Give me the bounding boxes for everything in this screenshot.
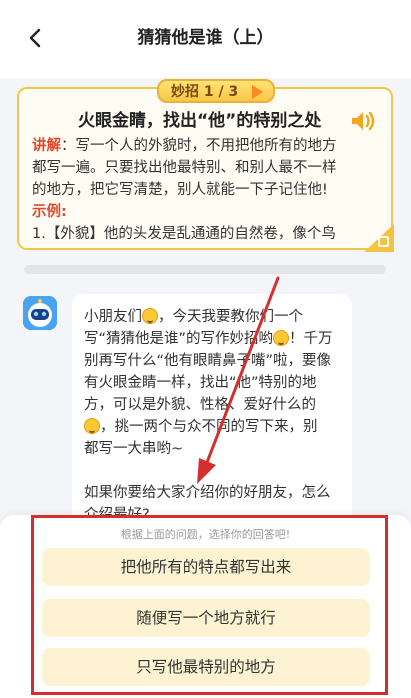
explain-label: 讲解: [32, 138, 61, 154]
tip-example-label-line: 示例:: [32, 201, 392, 223]
example-label: 示例: [32, 204, 61, 220]
chat-line: ，挑一两个与众不同的写下来，别: [84, 416, 354, 438]
example-colon: :: [61, 204, 67, 220]
tip-explain-line: 的地方，把它写清楚，别人就能一下子记住他!: [32, 182, 328, 198]
chat-text-segment: ！千万: [289, 331, 333, 347]
chat-line: 小朋友们 ，今天我要教你们一个: [84, 306, 354, 328]
chat-text-segment: 小朋友们: [84, 309, 142, 325]
chat-line: 如果你要给大家介绍你的好朋友，怎么: [84, 485, 331, 501]
tip-body: 讲解：写一个人的外貌时，不用把他所有的地方 都写一遍。只要找出他最特别、和别人最…: [32, 135, 392, 245]
grin-emoji-icon: [84, 418, 100, 434]
speaker-icon[interactable]: [350, 109, 378, 133]
header-bar: 猜猜他是谁（上）: [0, 0, 411, 78]
tip-badge-label: 妙招 1 / 3: [171, 84, 239, 100]
chat-line: 都写一大串哟~: [84, 441, 184, 457]
chat-text-segment: ，挑一两个与众不同的写下来，别: [100, 419, 318, 435]
explain-text: ：写一个人的外貌时，不用把他所有的地方: [61, 138, 337, 154]
expand-icon: [378, 236, 389, 247]
chat-text-segment: ，今天我要教你们一个: [158, 309, 303, 325]
chat-line: 方，可以是外貌、性格、爱好什么的: [84, 397, 316, 413]
annotation-highlight-box: [31, 515, 388, 695]
expand-corner-tag[interactable]: [364, 224, 394, 252]
play-arrow-icon: [252, 85, 263, 99]
smile-emoji-icon: [273, 330, 290, 346]
tip-heading: 火眼金睛，找出“他”的特别之处: [78, 111, 322, 131]
chat-line: 写“猜猜他是谁”的写作妙招哟 ！千万: [84, 328, 354, 350]
chat-text-segment: 写“猜猜他是谁”的写作妙招哟: [84, 331, 274, 347]
tip-progress-badge: 妙招 1 / 3: [157, 79, 275, 103]
bot-message-text: 小朋友们 ，今天我要教你们一个 写“猜猜他是谁”的写作妙招哟 ！千万 别再写什么“他…: [84, 306, 354, 526]
tip-example-line: 1.【外貌】他的头发是乱通通的自然卷，像个鸟: [32, 226, 336, 242]
page-title: 猜猜他是谁（上）: [137, 28, 274, 48]
chat-blank-line: [84, 460, 354, 482]
chat-line: 别再写什么“他有眼睛鼻子嘴”啦，要像: [84, 353, 332, 369]
smile-emoji-icon: [142, 308, 158, 324]
tip-explain-line: 讲解：写一个人的外貌时，不用把他所有的地方: [32, 135, 392, 157]
content-divider-bar: [24, 265, 386, 274]
chat-line: 有火眼金睛一样，找出“他”特别的地: [84, 375, 317, 391]
tip-explain-line: 都写一遍。只要找出他最特别、和别人最不一样: [32, 160, 337, 176]
robot-avatar-icon: [23, 296, 57, 330]
